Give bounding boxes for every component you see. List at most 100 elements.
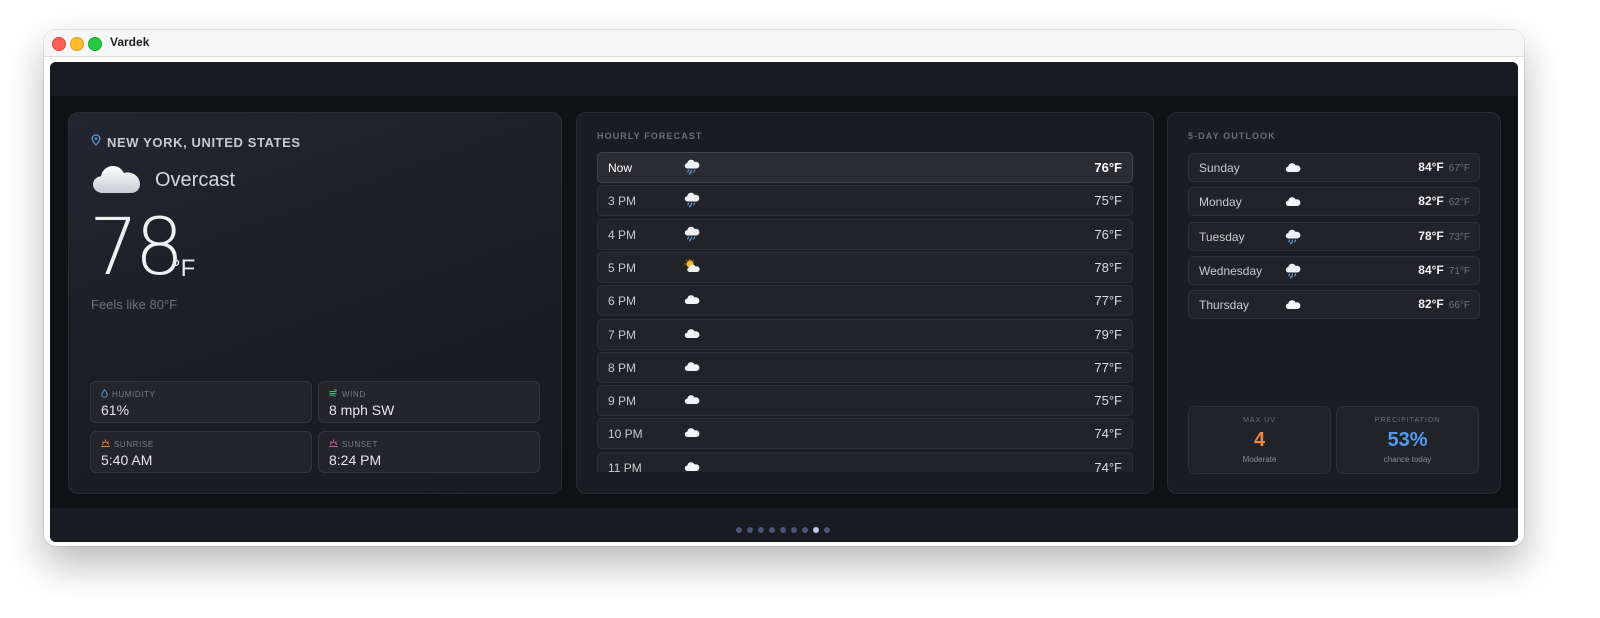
day-low-temp: 73°F: [1448, 231, 1470, 243]
hourly-row[interactable]: 11 PM 74°F: [597, 451, 1133, 472]
page-dot[interactable]: [791, 527, 797, 533]
daily-row-sunday[interactable]: Sunday 84°F 67°F: [1188, 153, 1480, 182]
cloud-icon: [1285, 194, 1301, 212]
day-name: Wednesday: [1199, 263, 1263, 278]
day-temperatures: 78°F 73°F: [1418, 229, 1470, 243]
hour-time: 6 PM: [608, 294, 637, 309]
hour-temperature: 79°F: [1094, 326, 1122, 342]
hourly-forecast-list[interactable]: Now 76°F 3 PM 75°F 4 PM 76°F 5 PM 78°F 6 PM 77°F 7…: [597, 152, 1133, 472]
top-strip: [50, 62, 1518, 96]
hourly-row-now[interactable]: Now 76°F: [597, 152, 1133, 183]
rain-cloud-icon: [1285, 229, 1301, 250]
hour-time: Now: [608, 161, 633, 175]
hour-time: 4 PM: [608, 227, 637, 242]
current-conditions-card: NEW YORK, UNITED STATES Overcast 78 °F F…: [68, 112, 562, 494]
humidity-label: HUMIDITY: [112, 390, 156, 399]
hourly-row[interactable]: 6 PM 77°F: [597, 285, 1133, 317]
close-window-button[interactable]: [52, 37, 66, 51]
hour-temperature: 76°F: [1094, 160, 1122, 175]
hourly-forecast-title: HOURLY FORECAST: [597, 131, 703, 141]
wind-label: WIND: [342, 389, 366, 399]
cloud-icon: [91, 159, 143, 202]
day-high-temp: 78°F: [1418, 228, 1444, 243]
cloud-icon: [684, 326, 700, 344]
sunrise-value: 5:40 AM: [101, 452, 153, 468]
hourly-row[interactable]: 8 PM 77°F: [597, 351, 1133, 383]
minimize-window-button[interactable]: [70, 37, 84, 51]
cloud-icon: [684, 459, 700, 472]
hourly-row[interactable]: 3 PM 75°F: [597, 185, 1133, 217]
daily-outlook-card: 5-DAY OUTLOOK Sunday 84°F 67°F Monday 82°F 62…: [1167, 112, 1501, 494]
app-window: Vardek NEW YORK, UNITED STATES Overcast …: [44, 30, 1524, 546]
daily-row-wednesday[interactable]: Wednesday 84°F 71°F: [1188, 255, 1480, 285]
cloud-icon: [684, 425, 700, 443]
wind-stat: WIND 8 mph SW: [318, 381, 540, 423]
day-temperatures: 82°F 62°F: [1418, 194, 1470, 208]
page-dot[interactable]: [824, 527, 830, 533]
sunset-icon: [329, 439, 338, 449]
sunset-value: 8:24 PM: [329, 452, 382, 468]
humidity-value: 61%: [101, 402, 130, 418]
page-dot[interactable]: [747, 527, 753, 533]
zoom-window-button[interactable]: [88, 37, 102, 51]
day-name: Thursday: [1199, 298, 1250, 313]
cloud-icon: [1285, 160, 1301, 178]
rain-cloud-icon: [684, 192, 700, 213]
precipitation-label: PRECIPITATION: [1374, 417, 1441, 424]
bottom-strip: [50, 508, 1518, 542]
daily-row-monday[interactable]: Monday 82°F 62°F: [1188, 187, 1480, 217]
location-row[interactable]: NEW YORK, UNITED STATES: [91, 133, 301, 151]
hourly-row[interactable]: 10 PM 74°F: [597, 418, 1133, 450]
daily-outlook-title: 5-DAY OUTLOOK: [1188, 131, 1276, 141]
rain-cloud-icon: [1285, 263, 1301, 284]
title-bar: Vardek: [44, 30, 1524, 57]
day-high-temp: 82°F: [1418, 297, 1444, 312]
hour-time: 9 PM: [608, 394, 637, 409]
sunrise-label: SUNRISE: [114, 439, 154, 449]
location-name: NEW YORK, UNITED STATES: [107, 134, 301, 150]
hour-time: 11 PM: [608, 460, 642, 472]
day-temperatures: 84°F 67°F: [1418, 160, 1470, 174]
condition-text: Overcast: [155, 169, 236, 191]
hour-time: 7 PM: [608, 327, 637, 342]
hour-temperature: 74°F: [1094, 426, 1122, 442]
page-indicator: [736, 527, 830, 533]
hour-time: 10 PM: [608, 427, 643, 442]
rain-cloud-icon: [684, 159, 700, 180]
page-dot[interactable]: [802, 527, 808, 533]
hour-temperature: 78°F: [1094, 259, 1122, 275]
feels-like-text: Feels like 80°F: [91, 297, 178, 312]
hour-temperature: 77°F: [1094, 359, 1122, 375]
hour-temperature: 75°F: [1094, 393, 1122, 409]
page-dot[interactable]: [780, 527, 786, 533]
daily-row-tuesday[interactable]: Tuesday 78°F 73°F: [1188, 221, 1480, 251]
sunset-stat: SUNSET 8:24 PM: [318, 431, 540, 473]
precipitation-sub: chance today: [1383, 455, 1432, 464]
page-dot[interactable]: [758, 527, 764, 533]
wind-value: 8 mph SW: [329, 402, 395, 418]
hour-time: 5 PM: [608, 260, 637, 275]
hourly-row[interactable]: 5 PM 78°F: [597, 251, 1133, 283]
hourly-row[interactable]: 4 PM 76°F: [597, 218, 1133, 250]
hour-temperature: 77°F: [1094, 293, 1122, 309]
day-high-temp: 84°F: [1418, 262, 1444, 277]
day-name: Monday: [1199, 195, 1242, 210]
page-dot[interactable]: [736, 527, 742, 533]
precipitation-card: PRECIPITATION 53% chance today: [1336, 406, 1479, 474]
cloud-icon: [684, 359, 700, 377]
sunrise-stat: SUNRISE 5:40 AM: [90, 431, 312, 473]
cloud-icon: [1285, 297, 1301, 315]
day-temperatures: 84°F 71°F: [1418, 263, 1470, 277]
daily-row-thursday[interactable]: Thursday 82°F 66°F: [1188, 290, 1480, 320]
day-temperatures: 82°F 66°F: [1418, 297, 1470, 311]
page-dot[interactable]: [769, 527, 775, 533]
page-dot-active[interactable]: [813, 527, 819, 533]
max-uv-level: Moderate: [1242, 455, 1277, 464]
max-uv-value: 4: [1253, 429, 1266, 451]
sunset-label: SUNSET: [342, 439, 379, 449]
hourly-forecast-card: HOURLY FORECAST Now 76°F 3 PM 75°F 4 PM 76°F 5…: [576, 112, 1154, 494]
sun-behind-cloud-icon: [684, 259, 700, 278]
hourly-row[interactable]: 7 PM 79°F: [597, 318, 1133, 350]
day-name: Sunday: [1199, 161, 1240, 175]
hourly-row[interactable]: 9 PM 75°F: [597, 385, 1133, 417]
